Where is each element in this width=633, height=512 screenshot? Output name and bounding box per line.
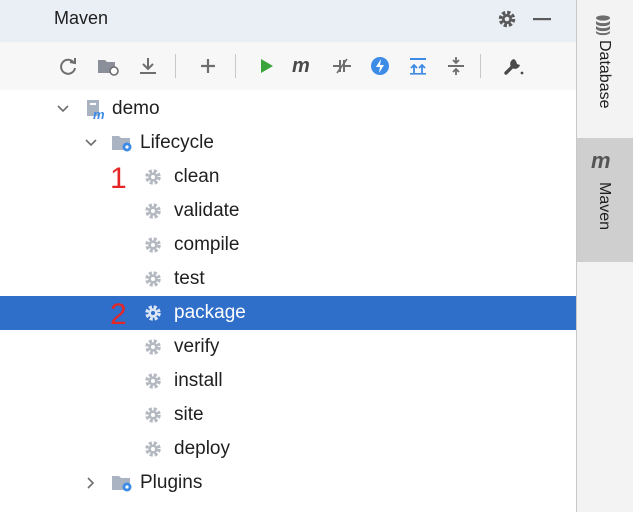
tree-node-goal-site[interactable]: site bbox=[0, 398, 576, 432]
maven-tab[interactable]: m Maven bbox=[577, 138, 633, 262]
gear-icon bbox=[142, 302, 164, 324]
folder-reload-icon[interactable] bbox=[94, 52, 122, 80]
maven-tab-label: Maven bbox=[596, 182, 613, 231]
tool-window-header: Maven bbox=[0, 0, 576, 42]
maven-m-icon[interactable]: m bbox=[290, 52, 318, 80]
gear-icon bbox=[142, 336, 164, 358]
goal-label: verify bbox=[174, 336, 220, 357]
lifecycle-folder-icon bbox=[110, 132, 132, 154]
tree-node-goal-validate[interactable]: validate bbox=[0, 194, 576, 228]
goal-label: deploy bbox=[174, 438, 230, 459]
maven-project-icon: m bbox=[84, 98, 106, 122]
tool-window-title: Maven bbox=[54, 8, 109, 28]
goal-label: clean bbox=[174, 166, 220, 187]
gear-icon bbox=[142, 234, 164, 256]
minimize-icon[interactable] bbox=[530, 8, 554, 30]
gear-icon bbox=[142, 438, 164, 460]
plugins-label: Plugins bbox=[140, 472, 203, 493]
tree-node-goal-package[interactable]: package bbox=[0, 296, 576, 330]
svg-text:m: m bbox=[93, 107, 105, 120]
goal-label: package bbox=[174, 302, 246, 323]
offline-icon[interactable] bbox=[328, 52, 356, 80]
chevron-down-icon[interactable] bbox=[84, 135, 98, 151]
reload-icon[interactable] bbox=[54, 52, 82, 80]
chevron-right-icon[interactable] bbox=[84, 475, 98, 491]
annotation-marker-1: 1 bbox=[110, 162, 127, 195]
wrench-icon[interactable] bbox=[500, 52, 528, 80]
goal-label: site bbox=[174, 404, 204, 425]
gear-icon bbox=[142, 166, 164, 188]
download-icon[interactable] bbox=[134, 52, 162, 80]
goal-label: test bbox=[174, 268, 205, 289]
gear-icon bbox=[142, 200, 164, 222]
goal-label: install bbox=[174, 370, 223, 391]
gear-icon bbox=[142, 268, 164, 290]
chevron-down-icon[interactable] bbox=[56, 101, 70, 117]
plus-icon[interactable] bbox=[194, 52, 222, 80]
gear-icon bbox=[142, 370, 164, 392]
tree-node-goal-deploy[interactable]: deploy bbox=[0, 432, 576, 466]
annotation-marker-2: 2 bbox=[110, 298, 127, 331]
goal-label: compile bbox=[174, 234, 240, 255]
tree-node-project[interactable]: m demo bbox=[0, 92, 576, 126]
right-tool-strip: Database m Maven bbox=[577, 0, 633, 512]
collapse-all-icon[interactable] bbox=[442, 52, 470, 80]
project-name: demo bbox=[112, 98, 160, 119]
tree-node-goal-test[interactable]: test bbox=[0, 262, 576, 296]
gear-icon bbox=[142, 404, 164, 426]
lifecycle-label: Lifecycle bbox=[140, 132, 214, 153]
tree-node-plugins[interactable]: Plugins bbox=[0, 466, 576, 500]
maven-m-icon: m bbox=[591, 148, 611, 173]
plugins-folder-icon bbox=[110, 472, 132, 494]
run-icon[interactable] bbox=[252, 52, 280, 80]
expand-all-icon[interactable] bbox=[404, 52, 432, 80]
database-tab[interactable]: Database bbox=[591, 40, 617, 130]
lightning-icon[interactable] bbox=[366, 52, 394, 80]
goal-label: validate bbox=[174, 200, 240, 221]
tree-node-goal-clean[interactable]: clean bbox=[0, 160, 576, 194]
svg-text:m: m bbox=[292, 55, 310, 77]
gear-icon[interactable] bbox=[496, 8, 518, 30]
maven-toolbar: m bbox=[0, 42, 576, 90]
tree-node-goal-install[interactable]: install bbox=[0, 364, 576, 398]
maven-tool-window: Maven m m demo Lifecycle clean validate … bbox=[0, 0, 577, 512]
tree-node-goal-verify[interactable]: verify bbox=[0, 330, 576, 364]
database-icon[interactable] bbox=[593, 14, 613, 36]
tree-node-lifecycle[interactable]: Lifecycle bbox=[0, 126, 576, 160]
tree-node-goal-compile[interactable]: compile bbox=[0, 228, 576, 262]
